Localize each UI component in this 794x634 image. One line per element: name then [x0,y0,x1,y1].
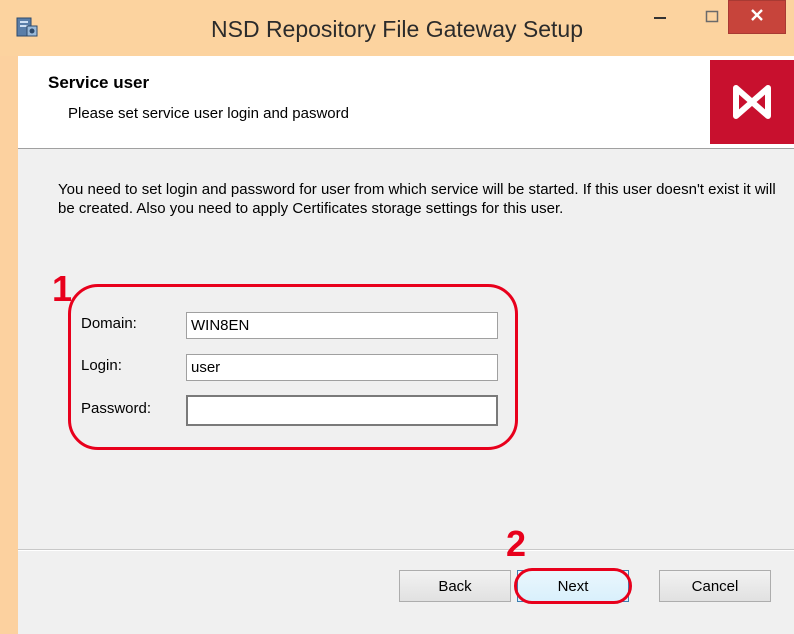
domain-label: Domain: [81,315,137,332]
cancel-button[interactable]: Cancel [659,570,771,602]
close-icon [750,8,764,27]
dialog-client-area: Service user Please set service user log… [18,56,794,634]
close-button[interactable] [728,0,786,34]
password-field[interactable] [186,395,498,426]
dialog-header: Service user Please set service user log… [18,56,794,149]
minimize-button[interactable] [640,0,680,38]
instructions-text: You need to set login and password for u… [58,181,776,217]
nsd-logo-icon [710,60,794,144]
page-title: Service user [48,73,150,92]
maximize-icon [705,10,719,29]
setup-window: NSD Repository File Gateway Setup Servic… [0,0,794,634]
footer-divider-highlight [18,550,794,551]
minimize-icon [653,10,667,29]
domain-field[interactable] [186,312,498,339]
login-field[interactable] [186,354,498,381]
next-button[interactable]: Next [517,570,629,602]
back-button[interactable]: Back [399,570,511,602]
password-label: Password: [81,400,152,417]
annotation-step-2: 2 [506,523,527,564]
title-bar[interactable]: NSD Repository File Gateway Setup [0,0,794,56]
login-label: Login: [81,357,122,374]
page-subtitle: Please set service user login and paswor… [68,105,349,122]
maximize-button[interactable] [692,0,732,38]
